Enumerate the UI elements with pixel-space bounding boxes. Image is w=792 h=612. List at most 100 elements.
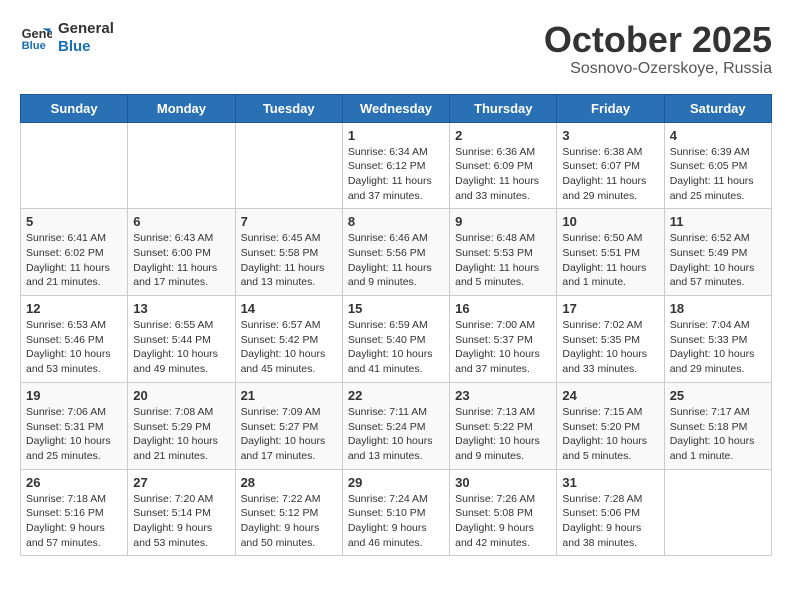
day-info: Sunrise: 7:08 AM Sunset: 5:29 PM Dayligh…	[133, 405, 229, 464]
day-number: 8	[348, 214, 444, 229]
calendar-cell: 29Sunrise: 7:24 AM Sunset: 5:10 PM Dayli…	[342, 469, 449, 556]
day-number: 3	[562, 128, 658, 143]
header-wednesday: Wednesday	[342, 94, 449, 122]
calendar-cell: 3 Sunrise: 6:38 AM Sunset: 6:07 PM Daylig…	[557, 122, 664, 209]
calendar-cell: 11 Sunrise: 6:52 AM Sunset: 5:49 PM Dayli…	[664, 209, 771, 296]
day-info: Sunrise: 7:28 AM Sunset: 5:06 PM Dayligh…	[562, 492, 658, 551]
calendar-cell: 8 Sunrise: 6:46 AM Sunset: 5:56 PM Daylig…	[342, 209, 449, 296]
logo-text-line2: Blue	[58, 38, 114, 56]
day-number: 11	[670, 214, 766, 229]
day-info: Sunrise: 7:04 AM Sunset: 5:33 PM Dayligh…	[670, 318, 766, 377]
day-info: Sunrise: 7:24 AM Sunset: 5:10 PM Dayligh…	[348, 492, 444, 551]
logo-text-line1: General	[58, 20, 114, 38]
day-info: Sunrise: 6:38 AM Sunset: 6:07 PM Dayligh…	[562, 145, 658, 204]
calendar-cell: 28 Sunrise: 7:22 AM Sunset: 5:12 PM Dayli…	[235, 469, 342, 556]
calendar-cell: 12Sunrise: 6:53 AM Sunset: 5:46 PM Dayli…	[21, 296, 128, 383]
title-block: October 2025 Sosnovo-Ozerskoye, Russia	[544, 20, 772, 78]
header-sunday: Sunday	[21, 94, 128, 122]
day-info: Sunrise: 6:55 AM Sunset: 5:44 PM Dayligh…	[133, 318, 229, 377]
header-tuesday: Tuesday	[235, 94, 342, 122]
day-number: 20	[133, 388, 229, 403]
day-info: Sunrise: 7:11 AM Sunset: 5:24 PM Dayligh…	[348, 405, 444, 464]
day-number: 7	[241, 214, 337, 229]
day-info: Sunrise: 6:57 AM Sunset: 5:42 PM Dayligh…	[241, 318, 337, 377]
calendar-cell: 4Sunrise: 6:39 AM Sunset: 6:05 PM Daylig…	[664, 122, 771, 209]
calendar-cell	[128, 122, 235, 209]
day-number: 10	[562, 214, 658, 229]
svg-text:Blue: Blue	[22, 40, 46, 52]
day-number: 23	[455, 388, 551, 403]
calendar-cell: 25Sunrise: 7:17 AM Sunset: 5:18 PM Dayli…	[664, 382, 771, 469]
calendar-cell: 7 Sunrise: 6:45 AM Sunset: 5:58 PM Daylig…	[235, 209, 342, 296]
day-info: Sunrise: 6:50 AM Sunset: 5:51 PM Dayligh…	[562, 231, 658, 290]
calendar-cell: 22 Sunrise: 7:11 AM Sunset: 5:24 PM Dayli…	[342, 382, 449, 469]
header-saturday: Saturday	[664, 94, 771, 122]
day-info: Sunrise: 7:02 AM Sunset: 5:35 PM Dayligh…	[562, 318, 658, 377]
day-info: Sunrise: 7:20 AM Sunset: 5:14 PM Dayligh…	[133, 492, 229, 551]
calendar-cell	[235, 122, 342, 209]
day-info: Sunrise: 7:22 AM Sunset: 5:12 PM Dayligh…	[241, 492, 337, 551]
day-number: 12	[26, 301, 122, 316]
day-number: 5	[26, 214, 122, 229]
day-number: 21	[241, 388, 337, 403]
calendar-cell	[21, 122, 128, 209]
calendar-subtitle: Sosnovo-Ozerskoye, Russia	[544, 60, 772, 78]
day-info: Sunrise: 7:18 AM Sunset: 5:16 PM Dayligh…	[26, 492, 122, 551]
calendar-cell: 17Sunrise: 7:02 AM Sunset: 5:35 PM Dayli…	[557, 296, 664, 383]
calendar-cell: 1 Sunrise: 6:34 AM Sunset: 6:12 PM Daylig…	[342, 122, 449, 209]
day-info: Sunrise: 7:15 AM Sunset: 5:20 PM Dayligh…	[562, 405, 658, 464]
calendar-cell: 6Sunrise: 6:43 AM Sunset: 6:00 PM Daylig…	[128, 209, 235, 296]
day-info: Sunrise: 6:34 AM Sunset: 6:12 PM Dayligh…	[348, 145, 444, 204]
day-number: 28	[241, 475, 337, 490]
day-number: 26	[26, 475, 122, 490]
day-info: Sunrise: 6:36 AM Sunset: 6:09 PM Dayligh…	[455, 145, 551, 204]
day-info: Sunrise: 6:45 AM Sunset: 5:58 PM Dayligh…	[241, 231, 337, 290]
day-info: Sunrise: 7:06 AM Sunset: 5:31 PM Dayligh…	[26, 405, 122, 464]
calendar-cell: 18 Sunrise: 7:04 AM Sunset: 5:33 PM Dayli…	[664, 296, 771, 383]
calendar-cell: 27 Sunrise: 7:20 AM Sunset: 5:14 PM Dayli…	[128, 469, 235, 556]
day-number: 31	[562, 475, 658, 490]
day-info: Sunrise: 6:41 AM Sunset: 6:02 PM Dayligh…	[26, 231, 122, 290]
calendar-cell: 10 Sunrise: 6:50 AM Sunset: 5:51 PM Dayli…	[557, 209, 664, 296]
day-number: 30	[455, 475, 551, 490]
day-number: 1	[348, 128, 444, 143]
calendar-cell: 30Sunrise: 7:26 AM Sunset: 5:08 PM Dayli…	[450, 469, 557, 556]
calendar-title: October 2025	[544, 20, 772, 60]
day-number: 27	[133, 475, 229, 490]
day-info: Sunrise: 6:46 AM Sunset: 5:56 PM Dayligh…	[348, 231, 444, 290]
svg-text:General: General	[22, 26, 52, 41]
day-number: 18	[670, 301, 766, 316]
day-number: 2	[455, 128, 551, 143]
calendar-week-5: 26 Sunrise: 7:18 AM Sunset: 5:16 PM Dayli…	[21, 469, 772, 556]
calendar-cell: 26 Sunrise: 7:18 AM Sunset: 5:16 PM Dayli…	[21, 469, 128, 556]
calendar-cell: 24 Sunrise: 7:15 AM Sunset: 5:20 PM Dayli…	[557, 382, 664, 469]
page-header: General Blue General Blue October 2025 S…	[20, 20, 772, 78]
day-number: 19	[26, 388, 122, 403]
day-info: Sunrise: 6:52 AM Sunset: 5:49 PM Dayligh…	[670, 231, 766, 290]
calendar-cell: 14Sunrise: 6:57 AM Sunset: 5:42 PM Dayli…	[235, 296, 342, 383]
header-monday: Monday	[128, 94, 235, 122]
day-number: 24	[562, 388, 658, 403]
day-number: 13	[133, 301, 229, 316]
day-info: Sunrise: 7:00 AM Sunset: 5:37 PM Dayligh…	[455, 318, 551, 377]
calendar-cell: 20 Sunrise: 7:08 AM Sunset: 5:29 PM Dayli…	[128, 382, 235, 469]
day-number: 6	[133, 214, 229, 229]
calendar-cell: 9Sunrise: 6:48 AM Sunset: 5:53 PM Daylig…	[450, 209, 557, 296]
header-friday: Friday	[557, 94, 664, 122]
calendar-cell	[664, 469, 771, 556]
calendar-week-1: 1 Sunrise: 6:34 AM Sunset: 6:12 PM Daylig…	[21, 122, 772, 209]
calendar-week-3: 12Sunrise: 6:53 AM Sunset: 5:46 PM Dayli…	[21, 296, 772, 383]
calendar-table: Sunday Monday Tuesday Wednesday Thursday…	[20, 94, 772, 557]
calendar-cell: 19 Sunrise: 7:06 AM Sunset: 5:31 PM Dayli…	[21, 382, 128, 469]
calendar-cell: 15Sunrise: 6:59 AM Sunset: 5:40 PM Dayli…	[342, 296, 449, 383]
day-number: 25	[670, 388, 766, 403]
calendar-cell: 23Sunrise: 7:13 AM Sunset: 5:22 PM Dayli…	[450, 382, 557, 469]
calendar-week-2: 5 Sunrise: 6:41 AM Sunset: 6:02 PM Daylig…	[21, 209, 772, 296]
day-info: Sunrise: 7:09 AM Sunset: 5:27 PM Dayligh…	[241, 405, 337, 464]
logo-icon: General Blue	[20, 22, 52, 54]
calendar-header-row: Sunday Monday Tuesday Wednesday Thursday…	[21, 94, 772, 122]
day-number: 22	[348, 388, 444, 403]
logo: General Blue General Blue	[20, 20, 114, 56]
calendar-cell: 2 Sunrise: 6:36 AM Sunset: 6:09 PM Daylig…	[450, 122, 557, 209]
calendar-cell: 31 Sunrise: 7:28 AM Sunset: 5:06 PM Dayli…	[557, 469, 664, 556]
